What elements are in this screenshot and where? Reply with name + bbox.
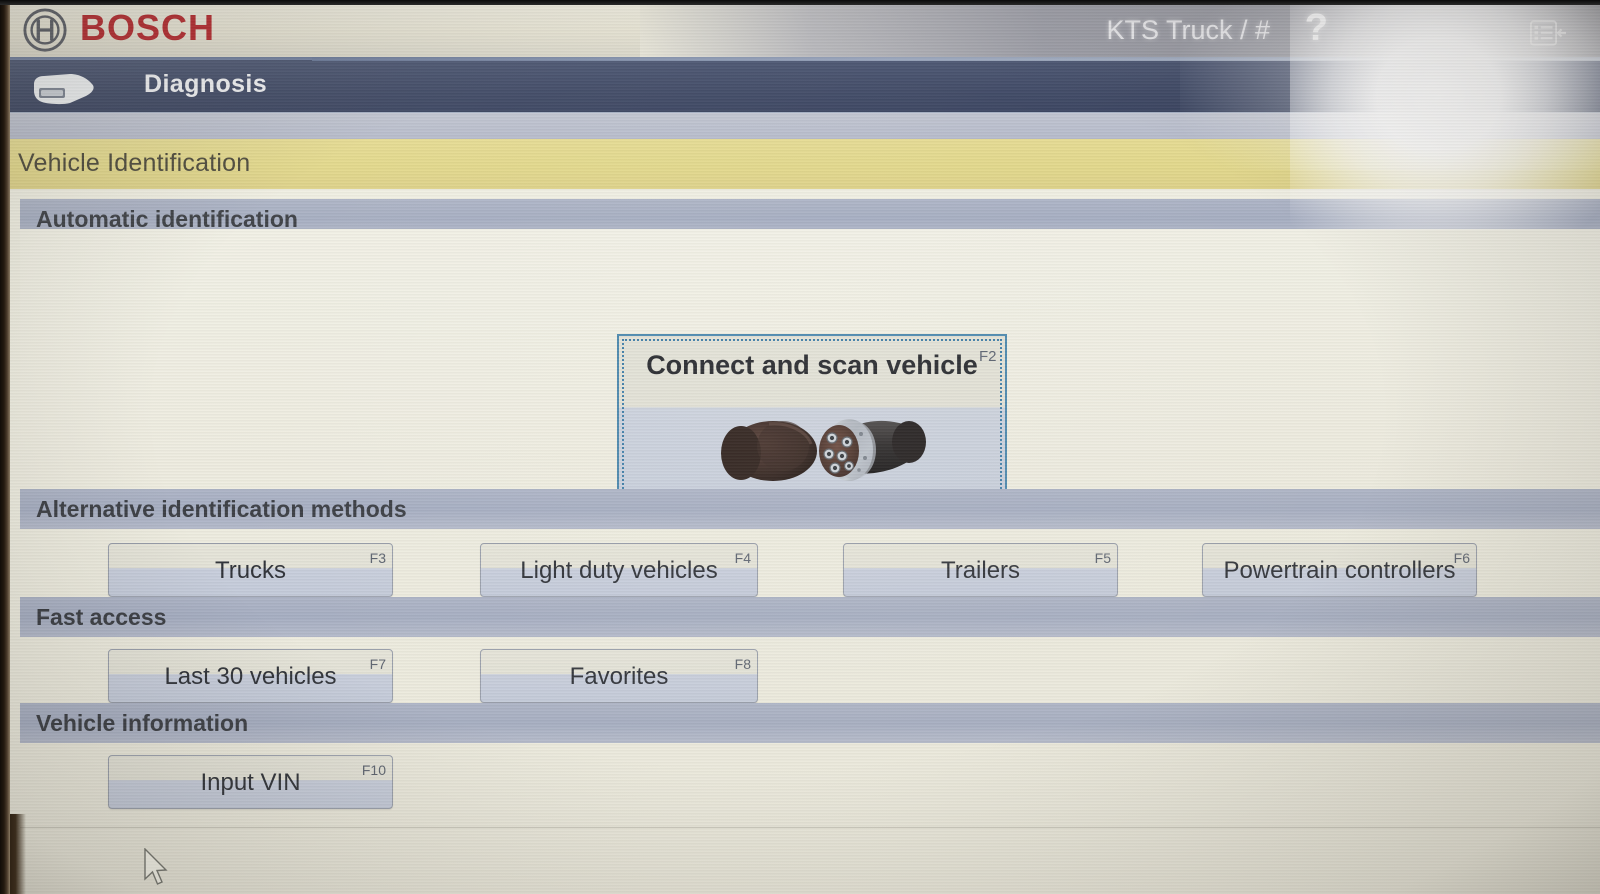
bosch-wordmark: BOSCH: [80, 7, 216, 48]
breadcrumb-band: Vehicle Identification: [0, 139, 1600, 189]
section-header-fast-access-label: Fast access: [36, 604, 167, 630]
photo-bezel-left: [0, 0, 10, 894]
last-30-vehicles-button[interactable]: Last 30 vehicles F7: [108, 649, 393, 703]
powertrain-controllers-button-fkey: F6: [1453, 550, 1470, 566]
obd-connector-icon: [34, 74, 94, 105]
favorites-button[interactable]: Favorites F8: [480, 649, 758, 703]
kts-truck-diagnosis-screen: BOSCH KTS Truck / # ? Diagnosis Vehicle …: [0, 0, 1600, 894]
device-title: KTS Truck / #: [1106, 15, 1270, 45]
input-vin-button[interactable]: Input VIN F10: [108, 755, 393, 809]
help-icon[interactable]: ?: [1305, 7, 1328, 50]
powertrain-controllers-button-label: Powertrain controllers: [1223, 557, 1456, 584]
app-bar-underline: [0, 113, 1600, 141]
input-vin-button-fkey: F10: [361, 762, 386, 778]
mouse-pointer-icon: [144, 848, 168, 885]
connect-and-scan-vehicle-fkey: F2: [979, 348, 997, 365]
light-duty-vehicles-button-label: Light duty vehicles: [520, 557, 718, 584]
input-vin-button-label: Input VIN: [200, 769, 301, 796]
trucks-button[interactable]: Trucks F3: [108, 543, 393, 597]
trucks-button-label: Trucks: [214, 557, 287, 584]
main-content: Automatic identification Connect and sca…: [10, 189, 1600, 894]
light-duty-vehicles-button[interactable]: Light duty vehicles F4: [480, 543, 758, 597]
list-menu-icon[interactable]: [1530, 19, 1566, 47]
tab-diagnosis-label: Diagnosis: [144, 70, 268, 98]
section-header-fast-access: Fast access: [20, 597, 1600, 637]
section-header-vehicle-information: Vehicle information: [20, 703, 1600, 743]
photo-bezel-top: [0, 0, 1600, 5]
last-30-vehicles-button-fkey: F7: [369, 656, 386, 672]
trailers-button-fkey: F5: [1094, 550, 1111, 566]
content-divider: [20, 827, 1600, 828]
section-header-alternative-identification-methods: Alternative identification methods: [20, 489, 1600, 529]
trucks-button-fkey: F3: [369, 550, 386, 566]
bosch-logo-icon: [23, 8, 67, 52]
brand-bar: BOSCH KTS Truck / # ?: [0, 3, 1600, 57]
last-30-vehicles-button-label: Last 30 vehicles: [164, 663, 337, 690]
app-bar-sheen: [312, 57, 1600, 61]
connect-and-scan-vehicle-button[interactable]: Connect and scan vehicle F2: [617, 334, 1007, 506]
favorites-button-label: Favorites: [569, 663, 669, 690]
favorites-button-fkey: F8: [734, 656, 751, 672]
trailers-button-label: Trailers: [940, 557, 1021, 584]
page-title: Vehicle Identification: [18, 149, 251, 177]
section-header-alternative-identification-methods-label: Alternative identification methods: [36, 496, 407, 522]
trailers-button[interactable]: Trailers F5: [843, 543, 1118, 597]
tab-diagnosis[interactable]: Diagnosis: [12, 58, 312, 114]
obd-connector-photo: [721, 419, 926, 481]
automatic-identification-panel: Connect and scan vehicle F2: [20, 229, 1600, 506]
powertrain-controllers-button[interactable]: Powertrain controllers F6: [1202, 543, 1477, 597]
section-header-vehicle-information-label: Vehicle information: [36, 710, 249, 736]
connect-and-scan-vehicle-label: Connect and scan vehicle: [646, 350, 978, 380]
light-duty-vehicles-button-fkey: F4: [734, 550, 751, 566]
